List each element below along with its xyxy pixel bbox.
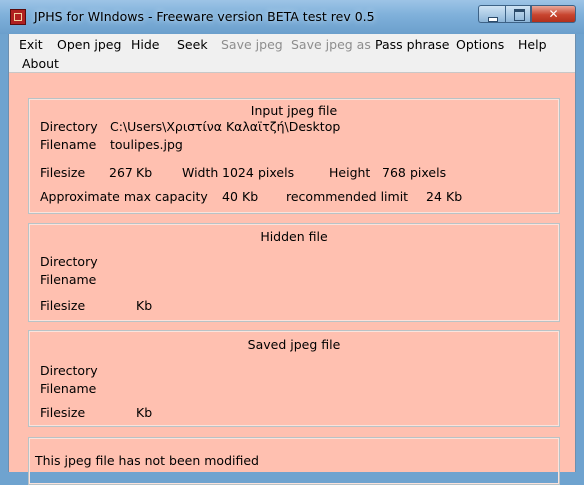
input-recommended-unit: Kb [446, 189, 463, 204]
hidden-filesize-unit: Kb [136, 298, 153, 313]
menu-hide[interactable]: Hide [131, 37, 160, 52]
input-directory-label: Directory [40, 119, 98, 134]
menu-open-jpeg[interactable]: Open jpeg [57, 37, 121, 52]
input-recommended-label: recommended limit [286, 189, 409, 204]
minimize-icon [488, 17, 498, 22]
menu-exit[interactable]: Exit [19, 37, 43, 52]
input-capacity-value: 40 [222, 189, 238, 204]
app-icon[interactable] [10, 9, 26, 25]
close-icon: ✕ [548, 7, 559, 21]
status-section: This jpeg file has not been modified [28, 437, 560, 485]
menu-bar: Exit Open jpeg Hide Seek Save jpeg Save … [9, 34, 575, 73]
menu-seek[interactable]: Seek [177, 37, 208, 52]
saved-directory-label: Directory [40, 363, 98, 378]
input-height-unit: pixels [410, 165, 447, 180]
window-title: JPHS for WIndows - Freeware version BETA… [34, 9, 375, 24]
input-filesize-label: Filesize [40, 165, 86, 180]
maximize-icon [514, 9, 525, 21]
menu-save-jpeg[interactable]: Save jpeg [221, 37, 283, 52]
input-filename-label: Filename [40, 137, 97, 152]
hidden-filename-label: Filename [40, 272, 97, 287]
saved-filesize-unit: Kb [136, 405, 153, 420]
input-width-label: Width [182, 165, 219, 180]
maximize-button[interactable] [505, 5, 531, 23]
menu-save-jpeg-as[interactable]: Save jpeg as [291, 37, 371, 52]
hidden-file-title: Hidden file [260, 229, 328, 244]
saved-jpeg-title: Saved jpeg file [247, 337, 341, 352]
input-filename-value: toulipes.jpg [110, 137, 183, 152]
saved-filename-label: Filename [40, 381, 97, 396]
menu-pass-phrase[interactable]: Pass phrase [375, 37, 450, 52]
input-filesize-value: 267 [109, 165, 133, 180]
input-height-label: Height [329, 165, 371, 180]
menu-options[interactable]: Options [456, 37, 504, 52]
minimize-button[interactable] [478, 5, 505, 23]
title-bar: JPHS for WIndows - Freeware version BETA… [0, 0, 584, 34]
hidden-file-section: Hidden file Directory Filename Filesize … [28, 223, 560, 322]
input-jpeg-section: Input jpeg file Directory C:\Users\Χριστ… [28, 98, 560, 214]
menu-help[interactable]: Help [518, 37, 547, 52]
saved-jpeg-section: Saved jpeg file Directory Filename Files… [28, 330, 560, 427]
input-width-value: 1024 [222, 165, 254, 180]
input-width-unit: pixels [258, 165, 295, 180]
hidden-filesize-label: Filesize [40, 298, 86, 313]
input-filesize-unit: Kb [136, 165, 153, 180]
input-capacity-unit: Kb [242, 189, 259, 204]
close-button[interactable]: ✕ [531, 5, 576, 23]
input-directory-value: C:\Users\Χριστίνα Καλαϊτζή\Desktop [110, 119, 341, 134]
hidden-directory-label: Directory [40, 254, 98, 269]
input-height-value: 768 [382, 165, 406, 180]
menu-about[interactable]: About [22, 56, 59, 71]
status-message: This jpeg file has not been modified [35, 453, 259, 468]
input-recommended-value: 24 [426, 189, 442, 204]
input-jpeg-title: Input jpeg file [250, 103, 338, 118]
input-capacity-label: Approximate max capacity [40, 189, 208, 204]
main-window: Exit Open jpeg Hide Seek Save jpeg Save … [8, 34, 576, 485]
saved-filesize-label: Filesize [40, 405, 86, 420]
